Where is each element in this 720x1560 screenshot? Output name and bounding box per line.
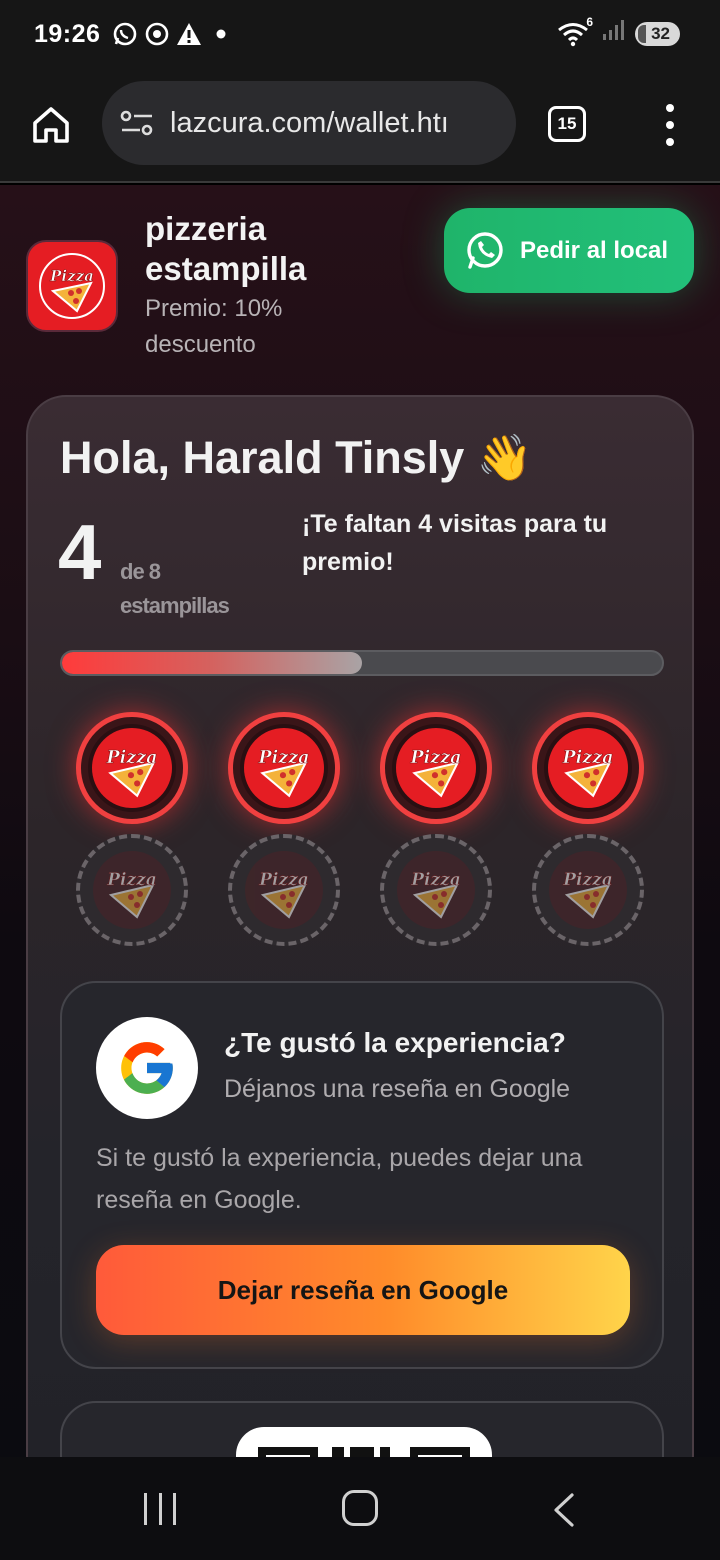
review-title: ¿Te gustó la experiencia? — [224, 1027, 566, 1058]
google-logo-icon — [96, 1017, 198, 1119]
pizza-stamp-icon: Pizza — [92, 728, 172, 808]
home-icon[interactable] — [30, 104, 72, 146]
back-button[interactable] — [550, 1493, 576, 1527]
shop-logo: Pizza — [26, 240, 118, 332]
remaining-visits-message: ¡Te faltan 4 visitas para tu premio! — [302, 510, 608, 576]
dot-icon — [208, 21, 234, 47]
pizza-stamp-icon: Pizza — [548, 728, 628, 808]
pizza-stamp-icon: Pizza — [244, 728, 324, 808]
system-navigation-bar — [0, 1457, 720, 1560]
google-review-card: ¿Te gustó la experiencia? Déjanos una re… — [60, 981, 664, 1369]
stamps-progress-bar — [60, 650, 664, 676]
pizza-stamp-icon: Pizza — [396, 728, 476, 808]
more-options-icon[interactable] — [660, 104, 680, 146]
browser-toolbar: lazcura.com/wallet.htı 15 — [0, 68, 720, 183]
whatsapp-button-label: Pedir al local — [520, 236, 669, 264]
stamp-filled: Pizza — [380, 712, 492, 824]
shop-name: pizzeria estampilla — [145, 210, 307, 287]
leave-google-review-button[interactable]: Dejar reseña en Google — [96, 1245, 630, 1335]
stamp-empty: Pizza — [380, 834, 492, 946]
prize-text: Premio: 10% descuento — [145, 295, 283, 358]
stamp-filled: Pizza — [532, 712, 644, 824]
status-bar: 19:26 6 32 — [0, 0, 720, 68]
svg-text:Pizza: Pizza — [106, 870, 157, 890]
stamp-filled: Pizza — [76, 712, 188, 824]
recent-apps-button[interactable] — [144, 1493, 176, 1525]
whatsapp-icon — [464, 230, 506, 272]
warning-icon — [176, 21, 202, 47]
greeting-title: Hola, Harald Tinsly 👋 — [60, 432, 533, 483]
whatsapp-order-button[interactable]: Pedir al local — [444, 208, 694, 293]
svg-text:Pizza: Pizza — [562, 870, 613, 890]
svg-text:Pizza: Pizza — [562, 748, 614, 768]
home-button[interactable] — [342, 1490, 378, 1526]
stamps-total-label: de 8 estampillas — [120, 559, 230, 618]
svg-text:Pizza: Pizza — [258, 748, 310, 768]
wifi-badge: 6 — [586, 14, 594, 29]
stamp-empty: Pizza — [228, 834, 340, 946]
stamp-filled: Pizza — [228, 712, 340, 824]
qr-code — [236, 1427, 492, 1457]
url-text: lazcura.com/wallet.htı — [170, 106, 449, 139]
pizza-stamp-icon: Pizza — [549, 851, 627, 929]
progress-fill — [62, 652, 362, 674]
pizza-logo-icon: Pizza — [39, 253, 105, 319]
qr-card — [60, 1401, 664, 1457]
address-bar[interactable]: lazcura.com/wallet.htı — [102, 81, 516, 165]
wifi-icon: 6 — [557, 15, 593, 47]
svg-text:Pizza: Pizza — [106, 748, 158, 768]
svg-text:Pizza: Pizza — [258, 870, 309, 890]
status-time: 19:26 — [34, 19, 101, 48]
tab-switcher-button[interactable]: 15 — [548, 106, 586, 142]
review-subtitle: Déjanos una reseña en Google — [224, 1075, 571, 1103]
pizza-stamp-icon: Pizza — [245, 851, 323, 929]
battery-indicator: 32 — [635, 21, 680, 46]
site-settings-icon[interactable] — [120, 108, 156, 138]
svg-text:Pizza: Pizza — [410, 870, 461, 890]
stamp-empty: Pizza — [532, 834, 644, 946]
stamps-count: 4 — [58, 508, 102, 596]
logo-text: Pizza — [49, 267, 94, 285]
pizza-stamp-icon: Pizza — [397, 851, 475, 929]
stamp-empty: Pizza — [76, 834, 188, 946]
review-body: Si te gustó la experiencia, puedes dejar… — [96, 1144, 583, 1214]
chrome-icon — [144, 21, 170, 47]
wallet-page: Pizza pizzeria estampilla Premio: 10% de… — [0, 185, 720, 1457]
loyalty-card: Hola, Harald Tinsly 👋 4 de 8 estampillas… — [26, 395, 694, 1457]
svg-text:Pizza: Pizza — [410, 748, 462, 768]
whatsapp-icon — [112, 21, 138, 47]
pizza-stamp-icon: Pizza — [93, 851, 171, 929]
signal-icon — [601, 18, 625, 49]
